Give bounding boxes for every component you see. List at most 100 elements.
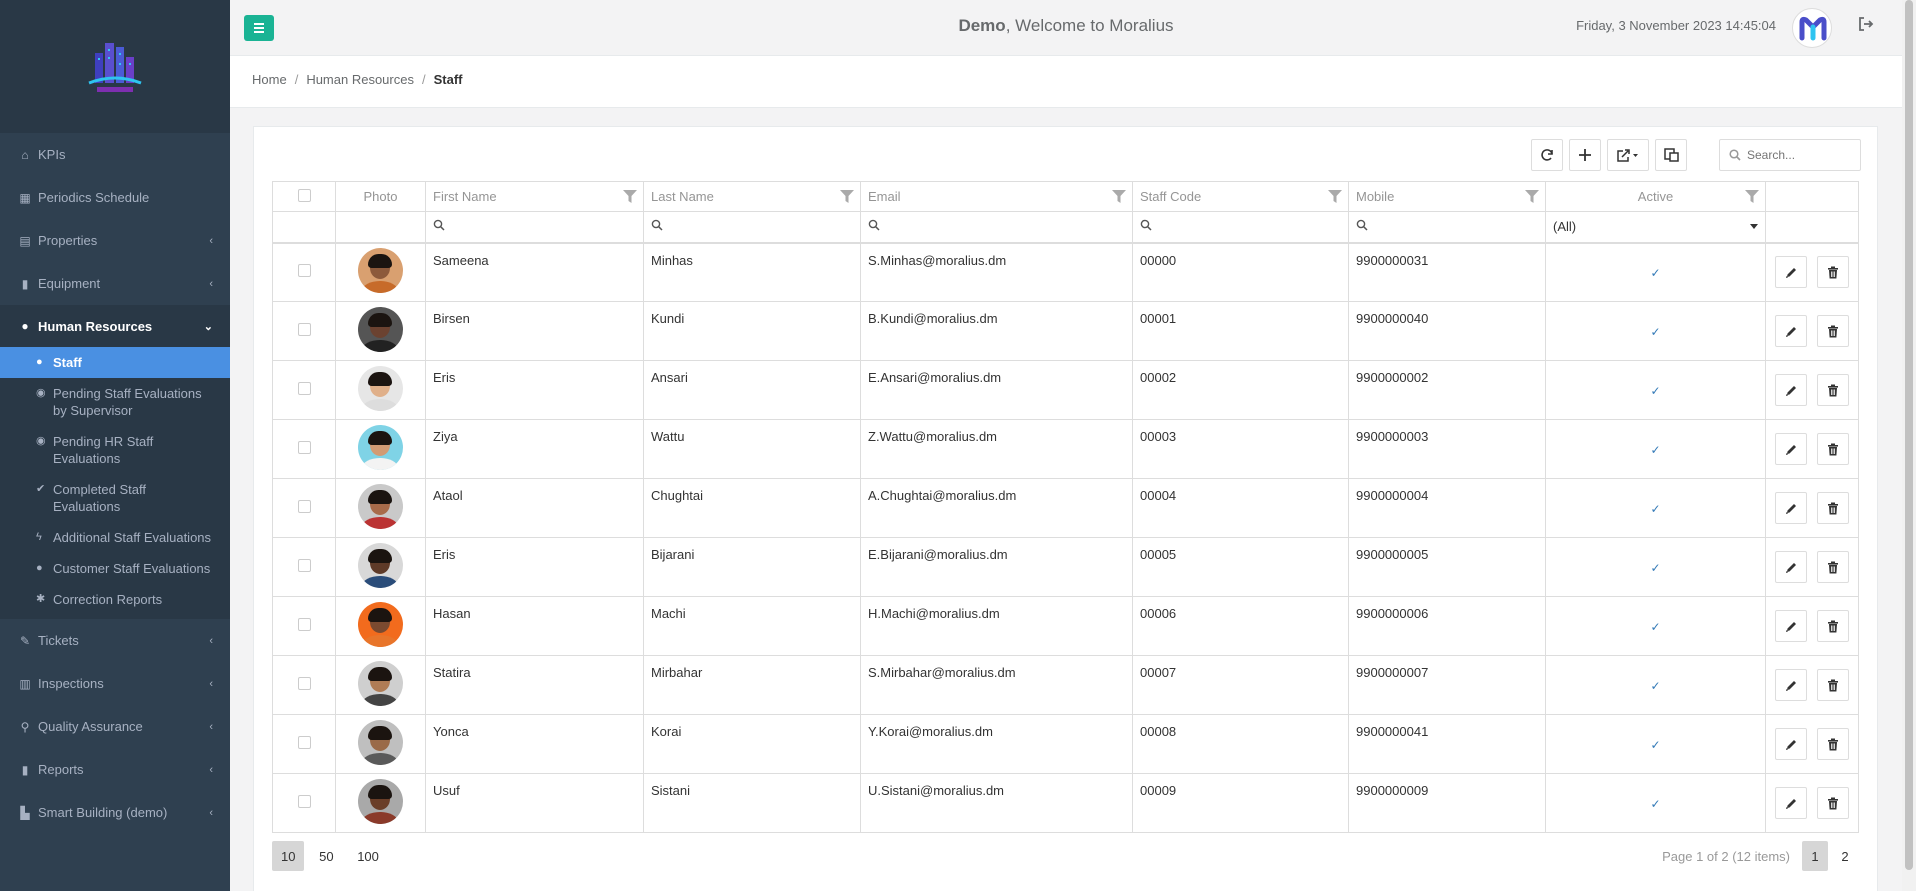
column-header-first-name[interactable]: First Name <box>425 181 644 212</box>
edit-button[interactable] <box>1775 787 1808 819</box>
row-checkbox[interactable] <box>297 382 311 395</box>
sidebar-item-periodics-schedule[interactable]: ▦ Periodics Schedule <box>0 176 230 219</box>
grid-search-box[interactable] <box>1719 139 1861 171</box>
brand-logo-icon[interactable] <box>1792 8 1832 48</box>
filter-active-select[interactable]: (All) <box>1545 211 1766 244</box>
sidebar-subitem-pending-hr-evaluations[interactable]: ◉ Pending HR Staff Evaluations <box>0 426 230 474</box>
sidebar-subitem-pending-supervisor-evaluations[interactable]: ◉ Pending Staff Evaluations by Superviso… <box>0 378 230 426</box>
filter-icon[interactable] <box>1525 190 1539 203</box>
avatar <box>358 779 403 824</box>
row-checkbox[interactable] <box>297 323 311 336</box>
column-header-email[interactable]: Email <box>860 181 1133 212</box>
logout-icon[interactable] <box>1858 16 1874 32</box>
refresh-button[interactable] <box>1531 139 1563 171</box>
sidebar-item-equipment[interactable]: ▮ Equipment ‹ <box>0 262 230 305</box>
delete-button[interactable] <box>1816 315 1849 347</box>
column-header-photo[interactable]: Photo <box>335 181 426 212</box>
table-row[interactable]: Statira Mirbahar S.Mirbahar@moralius.dm … <box>272 655 1859 715</box>
add-button[interactable] <box>1569 139 1601 171</box>
edit-button[interactable] <box>1775 669 1808 701</box>
edit-button[interactable] <box>1775 374 1808 406</box>
sidebar-subitem-staff[interactable]: ● Staff <box>0 347 230 378</box>
filter-first-name[interactable] <box>425 211 644 244</box>
filter-last-name[interactable] <box>643 211 861 244</box>
row-checkbox[interactable] <box>297 677 311 690</box>
delete-button[interactable] <box>1816 610 1849 642</box>
row-checkbox[interactable] <box>297 736 311 749</box>
export-button[interactable] <box>1607 139 1649 171</box>
page-size-50[interactable]: 50 <box>310 841 342 871</box>
page-size-10[interactable]: 10 <box>272 841 305 871</box>
table-row[interactable]: Yonca Korai Y.Korai@moralius.dm 00008 99… <box>272 714 1859 774</box>
column-header-staff-code[interactable]: Staff Code <box>1132 181 1349 212</box>
table-row[interactable]: Birsen Kundi B.Kundi@moralius.dm 00001 9… <box>272 301 1859 361</box>
row-checkbox[interactable] <box>297 441 311 454</box>
sidebar-item-properties[interactable]: ▤ Properties ‹ <box>0 219 230 262</box>
delete-button[interactable] <box>1816 492 1849 524</box>
filter-icon[interactable] <box>1328 190 1342 203</box>
trash-icon <box>1827 325 1838 337</box>
filter-email[interactable] <box>860 211 1133 244</box>
edit-button[interactable] <box>1775 315 1808 347</box>
vertical-scrollbar[interactable] <box>1902 0 1916 891</box>
row-checkbox[interactable] <box>297 559 311 572</box>
select-all-checkbox[interactable] <box>297 188 311 202</box>
edit-button[interactable] <box>1775 551 1808 583</box>
delete-button[interactable] <box>1816 728 1849 760</box>
table-row[interactable]: Sameena Minhas S.Minhas@moralius.dm 0000… <box>272 242 1859 302</box>
table-row[interactable]: Eris Ansari E.Ansari@moralius.dm 00002 9… <box>272 360 1859 420</box>
delete-button[interactable] <box>1816 787 1849 819</box>
sidebar-item-tickets[interactable]: ✎ Tickets ‹ <box>0 619 230 662</box>
table-row[interactable]: Ataol Chughtai A.Chughtai@moralius.dm 00… <box>272 478 1859 538</box>
delete-button[interactable] <box>1816 256 1849 289</box>
sidebar-subitem-additional-evaluations[interactable]: ϟ Additional Staff Evaluations <box>0 522 230 553</box>
filter-icon[interactable] <box>1745 190 1759 203</box>
delete-button[interactable] <box>1816 374 1849 406</box>
menu-toggle-button[interactable] <box>244 15 274 41</box>
edit-button[interactable] <box>1775 433 1808 465</box>
page-1-button[interactable]: 1 <box>1802 841 1828 871</box>
edit-button[interactable] <box>1775 492 1808 524</box>
column-header-active[interactable]: Active <box>1545 181 1766 212</box>
column-chooser-button[interactable] <box>1655 139 1687 171</box>
sidebar-item-human-resources[interactable]: ● Human Resources ⌄ <box>0 305 230 347</box>
page-size-100[interactable]: 100 <box>348 841 388 871</box>
delete-button[interactable] <box>1816 551 1849 583</box>
table-row[interactable]: Usuf Sistani U.Sistani@moralius.dm 00009… <box>272 773 1859 833</box>
grid-search-input[interactable] <box>1747 148 1847 162</box>
edit-button[interactable] <box>1775 256 1808 289</box>
filter-icon[interactable] <box>623 190 637 203</box>
row-checkbox[interactable] <box>297 618 311 631</box>
sidebar-item-kpis[interactable]: ⌂ KPIs <box>0 133 230 176</box>
row-checkbox[interactable] <box>297 264 311 278</box>
table-row[interactable]: Ziya Wattu Z.Wattu@moralius.dm 00003 990… <box>272 419 1859 479</box>
filter-icon[interactable] <box>1112 190 1126 203</box>
last-name-cell: Chughtai <box>643 478 861 538</box>
row-checkbox[interactable] <box>297 500 311 513</box>
filter-icon[interactable] <box>840 190 854 203</box>
sidebar-subitem-completed-evaluations[interactable]: ✔ Completed Staff Evaluations <box>0 474 230 522</box>
breadcrumb-human-resources[interactable]: Human Resources <box>306 72 414 87</box>
edit-button[interactable] <box>1775 728 1808 760</box>
column-header-last-name[interactable]: Last Name <box>643 181 861 212</box>
filter-mobile[interactable] <box>1348 211 1546 244</box>
sidebar-item-reports[interactable]: ▮ Reports ‹ <box>0 748 230 791</box>
sidebar-item-inspections[interactable]: ▥ Inspections ‹ <box>0 662 230 705</box>
breadcrumb-home[interactable]: Home <box>252 72 287 87</box>
filter-active-value: (All) <box>1553 219 1577 235</box>
table-row[interactable]: Eris Bijarani E.Bijarani@moralius.dm 000… <box>272 537 1859 597</box>
company-logo[interactable] <box>79 31 151 103</box>
row-checkbox[interactable] <box>297 795 311 808</box>
edit-button[interactable] <box>1775 610 1808 642</box>
sidebar-subitem-customer-evaluations[interactable]: ● Customer Staff Evaluations <box>0 553 230 584</box>
table-row[interactable]: Hasan Machi H.Machi@moralius.dm 00006 99… <box>272 596 1859 656</box>
sidebar-item-smart-building[interactable]: ▙ Smart Building (demo) ‹ <box>0 791 230 834</box>
sidebar-item-quality-assurance[interactable]: ⚲ Quality Assurance ‹ <box>0 705 230 748</box>
column-header-mobile[interactable]: Mobile <box>1348 181 1546 212</box>
delete-button[interactable] <box>1816 669 1849 701</box>
page-2-button[interactable]: 2 <box>1832 841 1858 871</box>
filter-staff-code[interactable] <box>1132 211 1349 244</box>
delete-button[interactable] <box>1816 433 1849 465</box>
sidebar-subitem-correction-reports[interactable]: ✱ Correction Reports <box>0 584 230 615</box>
scrollbar-thumb[interactable] <box>1905 0 1913 870</box>
